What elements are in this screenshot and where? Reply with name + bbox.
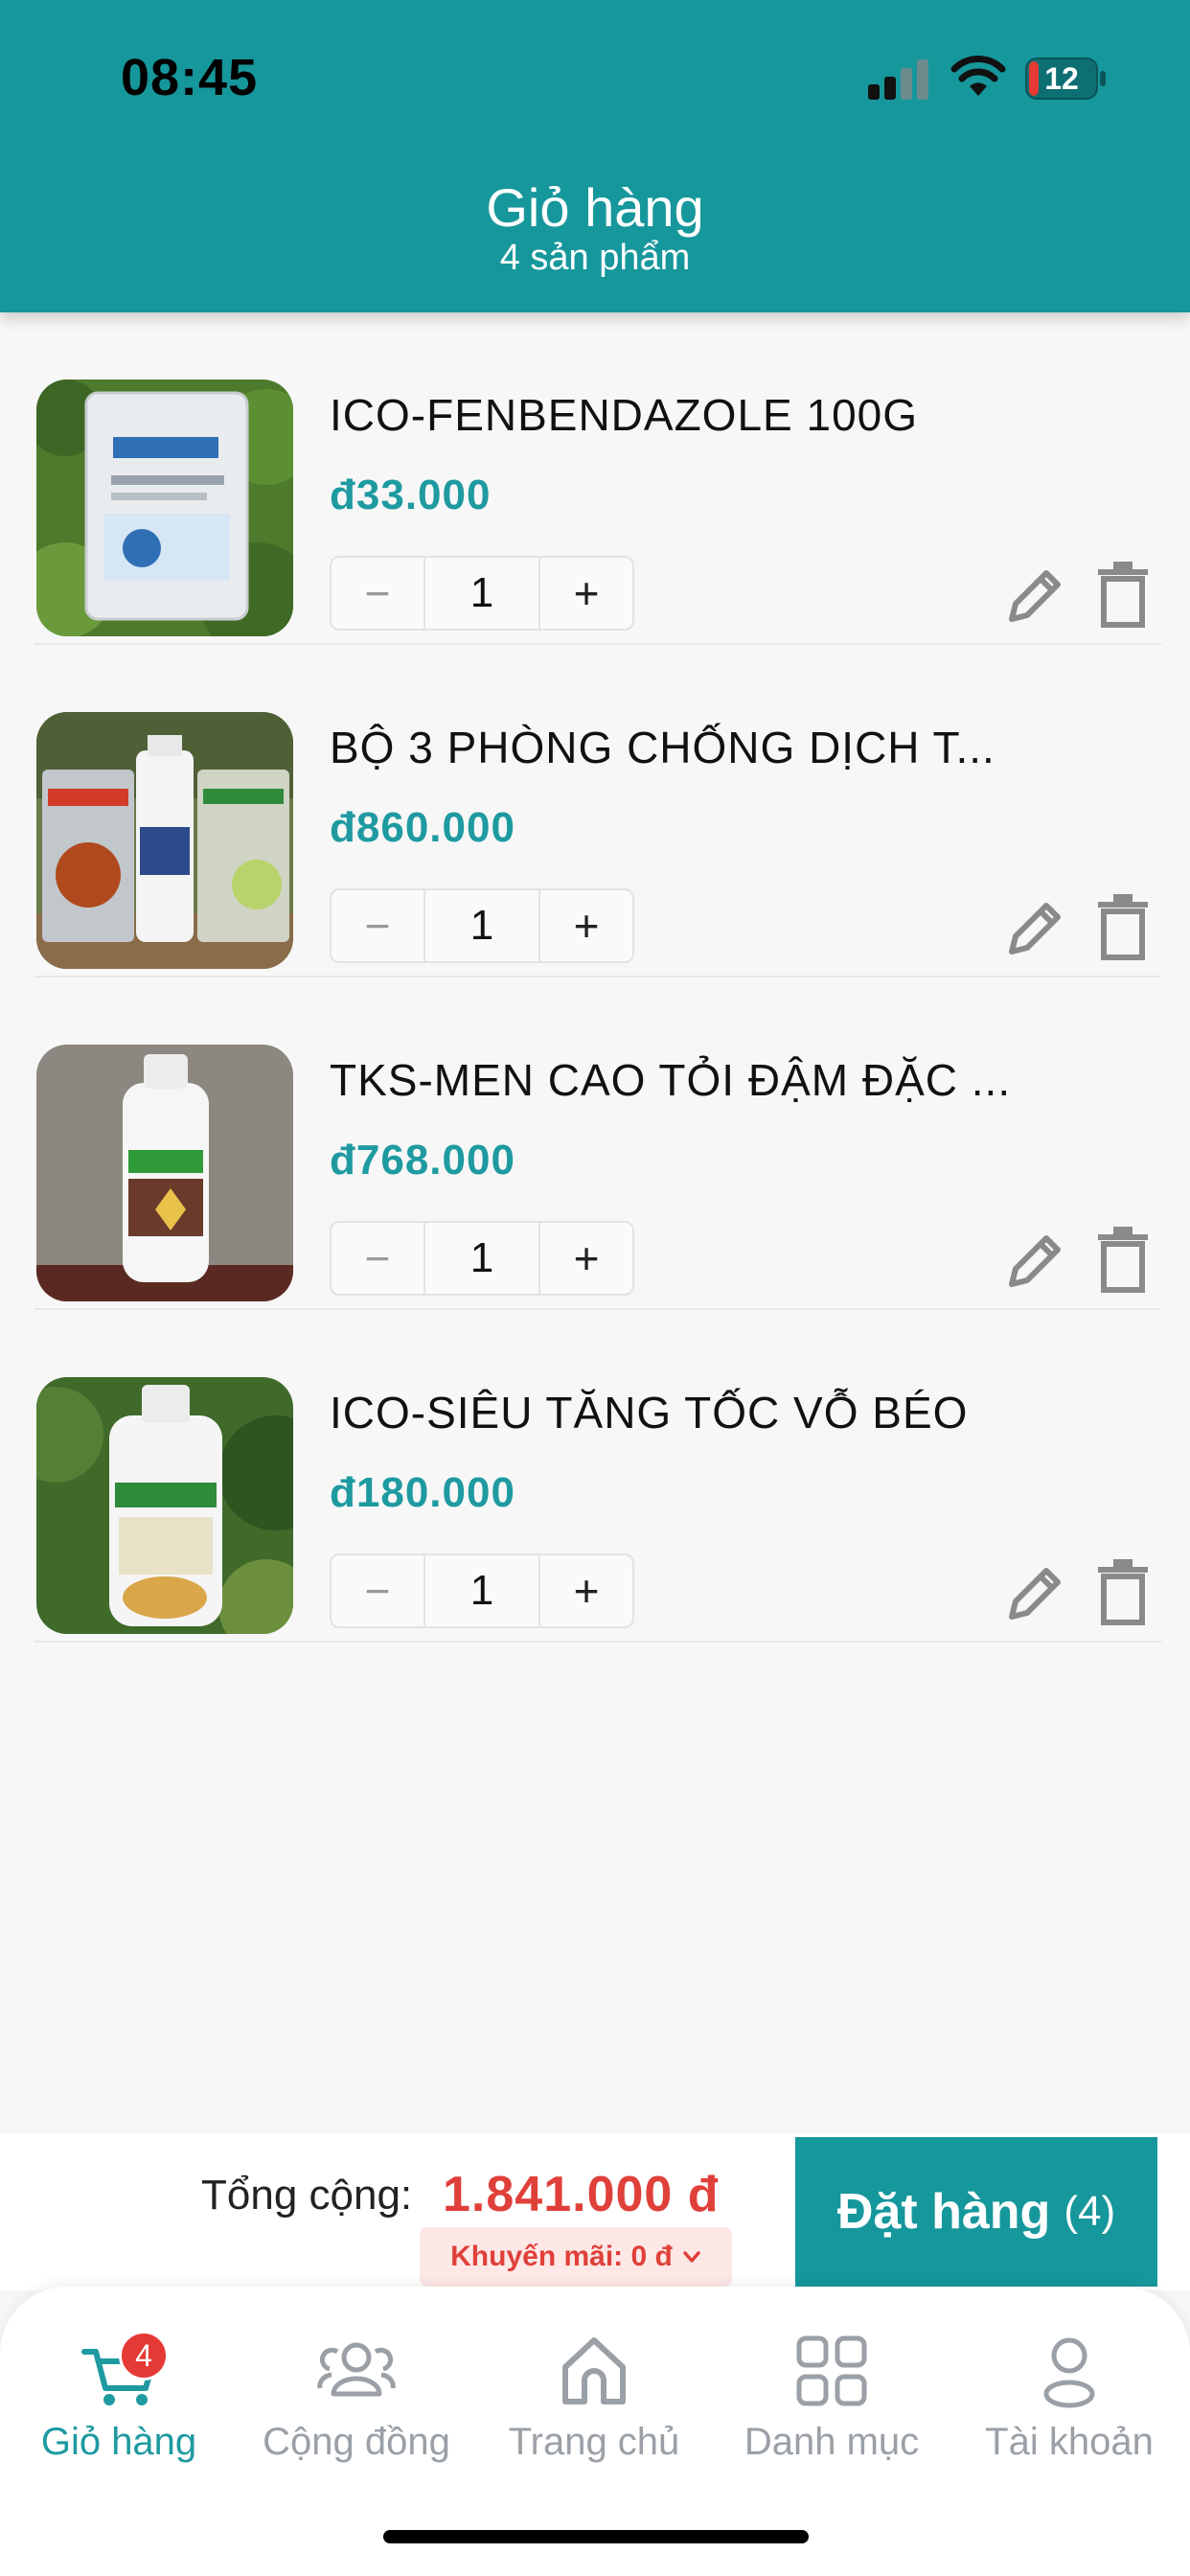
decrease-button[interactable]: −: [332, 1555, 423, 1626]
cart-item: ICO-FENBENDAZOLE 100G đ33.000 − 1 +: [0, 312, 1190, 645]
cart-badge: 4: [119, 2331, 169, 2380]
decrease-button[interactable]: −: [332, 1223, 423, 1294]
quantity-stepper: − 1 +: [330, 1553, 634, 1628]
cart-list: ICO-FENBENDAZOLE 100G đ33.000 − 1 + BỘ 3…: [0, 312, 1190, 1643]
edit-icon[interactable]: [1004, 1561, 1067, 1624]
trash-icon[interactable]: [1094, 1559, 1152, 1626]
total-label: Tổng cộng:: [201, 2172, 413, 2219]
product-price: đ768.000: [330, 1137, 515, 1184]
increase-button[interactable]: +: [540, 890, 632, 961]
edit-icon[interactable]: [1004, 1229, 1067, 1292]
quantity-value[interactable]: 1: [423, 890, 540, 961]
increase-button[interactable]: +: [540, 558, 632, 629]
grid-icon: [796, 2335, 867, 2406]
quantity-value[interactable]: 1: [423, 1555, 540, 1626]
edit-icon[interactable]: [1004, 564, 1067, 627]
chevron-down-icon: [683, 2251, 700, 2263]
account-icon: [1043, 2337, 1095, 2408]
product-image[interactable]: [36, 1377, 293, 1634]
increase-button[interactable]: +: [540, 1555, 632, 1626]
product-name[interactable]: TKS-MEN CAO TỎI ĐẬM ĐẶC ...: [330, 1054, 1039, 1106]
tab-label: Trang chủ: [508, 2421, 680, 2463]
cart-item: ICO-SIÊU TĂNG TỐC VỖ BÉO đ180.000 − 1 +: [0, 1310, 1190, 1643]
tab-community[interactable]: Cộng đồng: [238, 2331, 475, 2474]
product-name[interactable]: BỘ 3 PHÒNG CHỐNG DỊCH T...: [330, 722, 1039, 773]
product-name[interactable]: ICO-SIÊU TĂNG TỐC VỖ BÉO: [330, 1387, 1039, 1438]
tab-cart[interactable]: 4 Giỏ hàng: [0, 2331, 238, 2474]
decrease-button[interactable]: −: [332, 558, 423, 629]
total-value: 1.841.000 đ: [443, 2167, 720, 2222]
quantity-value[interactable]: 1: [423, 558, 540, 629]
home-indicator: [383, 2530, 809, 2543]
edit-icon[interactable]: [1004, 896, 1067, 959]
quantity-stepper: − 1 +: [330, 888, 634, 963]
battery-icon: 12: [1025, 58, 1108, 100]
increase-button[interactable]: +: [540, 1223, 632, 1294]
place-order-button[interactable]: Đặt hàng (4): [795, 2137, 1157, 2287]
trash-icon[interactable]: [1094, 1227, 1152, 1294]
decrease-button[interactable]: −: [332, 890, 423, 961]
status-time: 08:45: [121, 49, 259, 106]
tab-account[interactable]: Tài khoản: [950, 2331, 1188, 2474]
cellular-signal-icon: [868, 59, 929, 100]
place-order-count: (4): [1064, 2188, 1116, 2235]
item-count: 4 sản phẩm: [499, 238, 691, 278]
product-price: đ860.000: [330, 804, 515, 851]
cart-item: BỘ 3 PHÒNG CHỐNG DỊCH T... đ860.000 − 1 …: [0, 645, 1190, 978]
place-order-label: Đặt hàng: [836, 2184, 1051, 2240]
app-header: 08:45 12 Giỏ hàng 4 sản phẩm: [0, 0, 1190, 312]
tab-categories[interactable]: Danh mục: [713, 2331, 950, 2474]
product-price: đ180.000: [330, 1469, 515, 1516]
community-icon: [317, 2342, 396, 2397]
promo-dropdown[interactable]: Khuyến mãi: 0 đ: [420, 2227, 732, 2287]
tab-label: Giỏ hàng: [40, 2421, 197, 2463]
product-image[interactable]: [36, 712, 293, 969]
promo-label: Khuyến mãi: 0 đ: [450, 2241, 673, 2272]
product-image[interactable]: [36, 380, 293, 636]
quantity-stepper: − 1 +: [330, 556, 634, 631]
trash-icon[interactable]: [1094, 894, 1152, 961]
wifi-icon: [950, 56, 1006, 96]
battery-level: 12: [1044, 61, 1079, 96]
checkout-summary: Tổng cộng: 1.841.000 đ Khuyến mãi: 0 đ Đ…: [0, 2133, 1190, 2290]
tab-label: Tài khoản: [985, 2421, 1154, 2463]
trash-icon[interactable]: [1094, 562, 1152, 629]
page-title: Giỏ hàng: [486, 177, 704, 238]
product-name[interactable]: ICO-FENBENDAZOLE 100G: [330, 389, 1039, 441]
tab-label: Danh mục: [744, 2421, 920, 2463]
product-price: đ33.000: [330, 472, 492, 518]
cart-item: TKS-MEN CAO TỎI ĐẬM ĐẶC ... đ768.000 − 1…: [0, 978, 1190, 1310]
home-icon: [562, 2337, 626, 2404]
quantity-value[interactable]: 1: [423, 1223, 540, 1294]
tab-home[interactable]: Trang chủ: [475, 2331, 713, 2474]
product-image[interactable]: [36, 1045, 293, 1301]
quantity-stepper: − 1 +: [330, 1221, 634, 1296]
tab-label: Cộng đồng: [263, 2421, 450, 2463]
divider: [34, 1641, 1161, 1643]
